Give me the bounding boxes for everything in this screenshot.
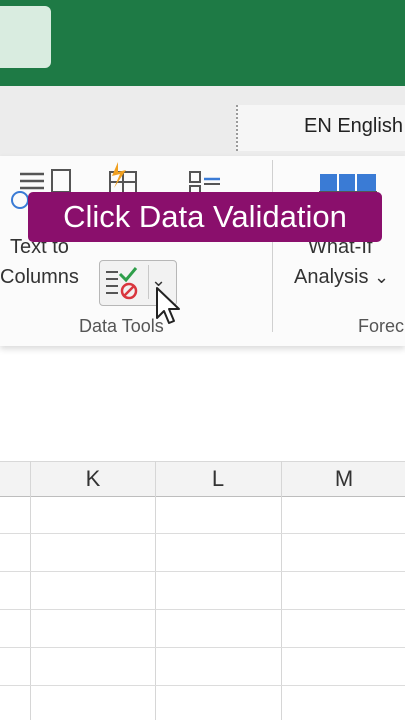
title-bar <box>0 0 405 86</box>
search-box[interactable] <box>0 6 51 68</box>
data-validation-icon <box>106 267 138 300</box>
grid-line <box>281 461 282 720</box>
what-if-analysis-text: Analysis <box>294 266 369 288</box>
language-label: EN English <box>304 115 403 137</box>
grid-line <box>0 647 405 648</box>
grid-line <box>0 533 405 534</box>
group-label-forecast: Forec <box>358 316 405 336</box>
caption-text: Click Data Validation <box>63 199 347 234</box>
mouse-cursor-icon <box>156 287 180 324</box>
split-button-divider <box>148 265 149 299</box>
grid-line <box>30 461 31 720</box>
grid-line <box>0 571 405 572</box>
column-header-l[interactable]: L <box>156 461 280 497</box>
grid-line <box>0 609 405 610</box>
text-to-columns-label-2[interactable]: Columns <box>0 266 79 289</box>
group-label-data-tools: Data Tools <box>79 316 164 336</box>
column-header-m[interactable]: M <box>282 461 405 497</box>
chevron-down-icon: ⌄ <box>374 267 390 287</box>
what-if-label-2[interactable]: Analysis ⌄ <box>294 266 389 289</box>
grid-line <box>155 461 156 720</box>
grid-line <box>0 685 405 686</box>
column-header-k[interactable]: K <box>31 461 155 497</box>
